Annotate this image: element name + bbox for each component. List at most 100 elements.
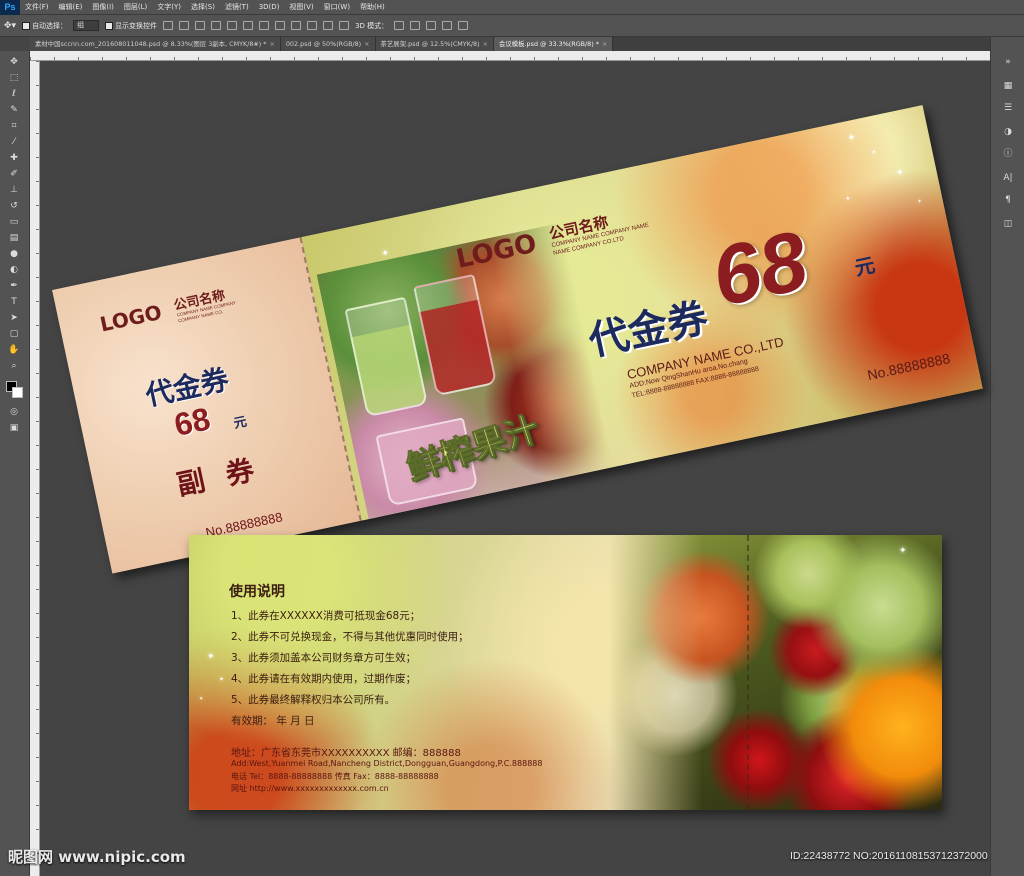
move-tool-icon[interactable]: ✥▾ [4, 21, 16, 31]
properties-panel-icon[interactable]: ☰ [999, 101, 1017, 115]
close-icon[interactable]: × [483, 40, 488, 48]
type-tool-icon[interactable]: T [6, 295, 22, 309]
hand-tool-icon[interactable]: ✋ [6, 343, 22, 357]
stub-unit: 元 [232, 414, 249, 432]
align-right-icon[interactable] [243, 21, 254, 30]
pen-tool-icon[interactable]: ✒ [6, 279, 22, 293]
sparkle-icon: ✦ [219, 676, 225, 683]
distribute-right-icon[interactable] [339, 21, 350, 30]
close-icon[interactable]: × [364, 40, 369, 48]
nipic-watermark: 昵图网 www.nipic.com [8, 848, 186, 866]
menu-type[interactable]: 文字(Y) [152, 0, 186, 15]
roll-3d-icon[interactable] [410, 21, 421, 30]
contact-address-cn: 地址：广东省东莞市XXXXXXXXXX 邮编：888888 [231, 748, 461, 759]
tab-document-4[interactable]: 会议模板.psd @ 33.3%(RGB/8) * × [493, 37, 614, 51]
menu-filter[interactable]: 滤镜(T) [220, 0, 254, 15]
align-bottom-icon[interactable] [195, 21, 206, 30]
adjustments-panel-icon[interactable]: ◑ [999, 125, 1017, 139]
sparkle-icon: ✦ [899, 546, 907, 556]
stub-amount: 68 [171, 400, 214, 444]
usage-rule-5: 5、此券最终解释权归本公司所有。 [231, 694, 396, 706]
menu-layer[interactable]: 图层(L) [119, 0, 152, 15]
horizontal-ruler[interactable] [30, 51, 990, 61]
fruit-photo [609, 535, 942, 810]
close-icon[interactable]: × [270, 40, 275, 48]
distribute-left-icon[interactable] [307, 21, 318, 30]
stamp-tool-icon[interactable]: ⊥ [6, 183, 22, 197]
rotate-3d-icon[interactable] [394, 21, 405, 30]
tab-document-3[interactable]: 茶艺展架.psd @ 12.5%(CMYK/8) × [375, 37, 494, 51]
history-panel-icon[interactable]: ▦ [999, 79, 1017, 93]
menu-view[interactable]: 视图(V) [284, 0, 318, 15]
usage-rule-2: 2、此券不可兑换现金，不得与其他优惠同时使用； [231, 631, 469, 643]
crop-tool-icon[interactable]: ⌗ [6, 119, 22, 133]
vertical-ruler[interactable] [30, 61, 40, 876]
slide-3d-icon[interactable] [442, 21, 453, 30]
usage-rule-1: 1、此券在XXXXXX消费可抵现金68元； [231, 610, 421, 622]
lasso-tool-icon[interactable]: ℓ [6, 87, 22, 101]
tools-panel: ✥ ⬚ ℓ ✎ ⌗ ⁄ ✚ ✐ ⊥ ↺ ▭ ▤ ● ◐ ✒ T ➤ ▢ ✋ ⌕ … [0, 51, 30, 876]
document-tabs: 素材中国sccnn.com_201608011048.psd @ 8.33%(图… [30, 37, 990, 51]
distribute-bottom-icon[interactable] [291, 21, 302, 30]
history-brush-tool-icon[interactable]: ↺ [6, 199, 22, 213]
stub-logo: LOGO [97, 299, 164, 337]
background-color-swatch[interactable] [12, 387, 23, 398]
show-transform-checkbox[interactable]: 显示变换控件 [105, 21, 157, 31]
gradient-tool-icon[interactable]: ▤ [6, 231, 22, 245]
layers-panel-icon[interactable]: ◫ [999, 217, 1017, 231]
close-icon[interactable]: × [602, 40, 607, 48]
auto-select-checkbox[interactable]: 自动选择： [22, 21, 67, 31]
main-amount: 68 [704, 212, 816, 325]
path-select-tool-icon[interactable]: ➤ [6, 311, 22, 325]
info-panel-icon[interactable]: ⓘ [999, 147, 1017, 161]
shape-tool-icon[interactable]: ▢ [6, 327, 22, 341]
contact-website: 网址 http://www.xxxxxxxxxxxxx.com.cn [231, 784, 389, 793]
move-tool-icon[interactable]: ✥ [6, 55, 22, 69]
character-panel-icon[interactable]: A| [999, 171, 1017, 185]
sparkle-icon: ✦ [847, 132, 857, 145]
green-juice-glass [344, 296, 428, 418]
menu-edit[interactable]: 编辑(E) [54, 0, 88, 15]
menu-image[interactable]: 图像(I) [87, 0, 119, 15]
align-vcenter-icon[interactable] [179, 21, 190, 30]
align-top-icon[interactable] [163, 21, 174, 30]
align-hcenter-icon[interactable] [227, 21, 238, 30]
panel-collapse-icon[interactable]: » [999, 55, 1017, 69]
perforation-line [747, 535, 749, 810]
screen-mode-icon[interactable]: ▣ [6, 421, 22, 435]
usage-rule-3: 3、此券须加盖本公司财务章方可生效； [231, 652, 417, 664]
voucher-back: 使用说明 1、此券在XXXXXX消费可抵现金68元； 2、此券不可兑换现金，不得… [189, 535, 942, 810]
blur-tool-icon[interactable]: ● [6, 247, 22, 261]
dodge-tool-icon[interactable]: ◐ [6, 263, 22, 277]
pan-3d-icon[interactable] [426, 21, 437, 30]
paragraph-panel-icon[interactable]: ¶ [999, 193, 1017, 207]
align-left-icon[interactable] [211, 21, 222, 30]
auto-select-dropdown[interactable]: 组 [73, 20, 100, 31]
distribute-hcenter-icon[interactable] [323, 21, 334, 30]
marquee-tool-icon[interactable]: ⬚ [6, 71, 22, 85]
menu-3d[interactable]: 3D(D) [254, 0, 285, 15]
quick-select-tool-icon[interactable]: ✎ [6, 103, 22, 117]
quick-mask-icon[interactable]: ◎ [6, 405, 22, 419]
scale-3d-icon[interactable] [458, 21, 469, 30]
tab-document-2[interactable]: 002.psd @ 50%(RGB/8) × [280, 37, 376, 51]
brush-tool-icon[interactable]: ✐ [6, 167, 22, 181]
distribute-top-icon[interactable] [259, 21, 270, 30]
contact-phone-fax: 电话 Tel：8888-88888888 传真 Fax：8888-8888888… [231, 772, 439, 781]
usage-heading: 使用说明 [229, 584, 285, 600]
menu-window[interactable]: 窗口(W) [319, 0, 355, 15]
tab-document-1[interactable]: 素材中国sccnn.com_201608011048.psd @ 8.33%(图… [30, 37, 281, 51]
stub-sub-label: 副 券 [173, 452, 263, 502]
collapsed-panels: » ▦ ☰ ◑ ⓘ A| ¶ ◫ [990, 37, 1024, 876]
distribute-vcenter-icon[interactable] [275, 21, 286, 30]
zoom-tool-icon[interactable]: ⌕ [6, 359, 22, 373]
healing-brush-tool-icon[interactable]: ✚ [6, 151, 22, 165]
eyedropper-tool-icon[interactable]: ⁄ [6, 135, 22, 149]
menu-help[interactable]: 帮助(H) [355, 0, 390, 15]
menu-select[interactable]: 选择(S) [186, 0, 220, 15]
sparkle-icon: ✦ [380, 248, 391, 260]
sparkle-icon: ✦ [207, 652, 215, 662]
contact-address-en: Add:West,Yuanmei Road,Nancheng District,… [231, 759, 543, 768]
eraser-tool-icon[interactable]: ▭ [6, 215, 22, 229]
menu-file[interactable]: 文件(F) [20, 0, 54, 15]
